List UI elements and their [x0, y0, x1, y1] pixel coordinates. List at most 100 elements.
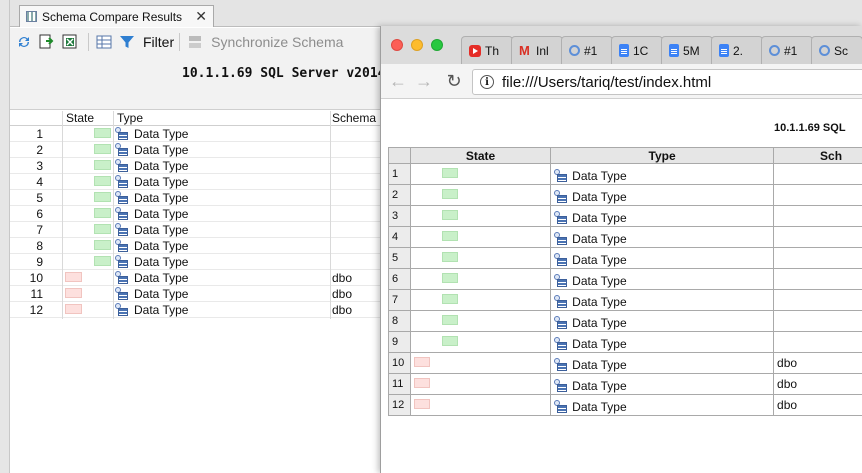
table-row[interactable]: 11 Data Type dbo: [10, 286, 380, 303]
table-row[interactable]: 9 Data Type: [10, 254, 380, 271]
forward-arrow-icon[interactable]: →: [413, 70, 435, 92]
tab-schema-compare-results[interactable]: Schema Compare Results ✕: [19, 5, 214, 27]
refresh-icon[interactable]: [14, 32, 34, 52]
column-divider: [330, 127, 331, 143]
browser-tab[interactable]: Th: [461, 36, 513, 64]
close-icon[interactable]: ✕: [195, 8, 207, 25]
column-divider: [330, 303, 331, 319]
column-divider: [62, 127, 63, 143]
state-diff-swatch: [65, 304, 82, 314]
export-icon[interactable]: [37, 32, 57, 52]
column-divider: [62, 287, 63, 303]
state-cell: [65, 271, 82, 285]
browser-tab[interactable]: 5M: [661, 36, 713, 64]
state-match-swatch: [441, 210, 458, 220]
state-cell: [409, 331, 552, 353]
filter-icon[interactable]: [117, 32, 137, 52]
data-type-icon: [554, 316, 568, 330]
filter-button[interactable]: Filter: [143, 34, 174, 50]
column-divider: [113, 271, 114, 287]
table-row[interactable]: 5 Data Type: [10, 190, 380, 207]
type-cell: Data Type: [550, 163, 775, 185]
schema-cell: [773, 289, 862, 311]
state-match-swatch: [441, 189, 458, 199]
browser-tab[interactable]: Sc: [811, 36, 862, 64]
column-divider: [330, 255, 331, 271]
table-row[interactable]: 1 Data Type: [10, 126, 380, 143]
state-diff-swatch: [413, 378, 430, 388]
type-cell: Data Type: [115, 223, 188, 237]
type-cell-content: Data Type: [554, 190, 770, 204]
table-row: 3 Data Type: [388, 205, 862, 227]
column-divider: [113, 287, 114, 303]
row-number: 6: [388, 268, 411, 290]
row-number: 2: [36, 143, 43, 157]
type-cell: Data Type: [550, 394, 775, 416]
table-row: 10 Data Type dbo: [388, 352, 862, 374]
column-divider: [62, 303, 63, 319]
column-header-state[interactable]: State: [66, 111, 94, 125]
window-maximize-button[interactable]: [431, 39, 443, 51]
type-label: Data Type: [572, 358, 627, 372]
type-label: Data Type: [572, 337, 627, 351]
browser-tab[interactable]: M Inl: [511, 36, 563, 64]
type-cell: Data Type: [550, 184, 775, 206]
schema-cell: [773, 331, 862, 353]
window-minimize-button[interactable]: [411, 39, 423, 51]
data-type-icon: [115, 223, 129, 237]
excel-export-icon[interactable]: [60, 32, 80, 52]
info-icon[interactable]: i: [480, 75, 494, 89]
column-divider: [113, 159, 114, 175]
data-type-icon: [554, 232, 568, 246]
column-header-schema[interactable]: Schema: [332, 111, 376, 125]
table-row[interactable]: 10 Data Type dbo: [10, 270, 380, 287]
ide-tab-bar: Schema Compare Results ✕: [10, 0, 862, 27]
state-match-swatch: [94, 160, 111, 170]
type-label: Data Type: [572, 232, 627, 246]
type-cell-content: Data Type: [554, 295, 770, 309]
address-bar[interactable]: i file:///Users/tariq/test/index.html: [472, 69, 862, 95]
browser-tab[interactable]: #1: [761, 36, 813, 64]
grid-options-icon[interactable]: [94, 32, 114, 52]
state-diff-swatch: [413, 399, 430, 409]
column-divider: [330, 207, 331, 223]
toolbar-separator: [88, 33, 89, 51]
data-type-icon: [115, 255, 129, 269]
state-diff-swatch: [65, 288, 82, 298]
reload-icon[interactable]: ↻: [443, 70, 465, 92]
table-row[interactable]: 12 Data Type dbo: [10, 302, 380, 319]
schema-cell: [773, 268, 862, 290]
back-arrow-icon[interactable]: ←: [387, 70, 409, 92]
type-label: Data Type: [134, 239, 189, 253]
results-grid-icon: [26, 11, 37, 22]
table-row[interactable]: 3 Data Type: [10, 158, 380, 175]
type-cell-content: Data Type: [554, 400, 770, 414]
browser-tab[interactable]: 2.: [711, 36, 763, 64]
type-cell: Data Type: [115, 175, 188, 189]
data-type-icon: [115, 127, 129, 141]
synchronize-icon: [185, 32, 205, 52]
state-diff-swatch: [413, 357, 430, 367]
column-divider: [113, 175, 114, 191]
browser-tab[interactable]: #1: [561, 36, 613, 64]
browser-tab[interactable]: 1C: [611, 36, 663, 64]
column-header-type[interactable]: Type: [117, 111, 143, 125]
row-number: 2: [388, 184, 411, 206]
data-type-icon: [115, 175, 129, 189]
column-divider: [113, 143, 114, 159]
column-divider: [113, 127, 114, 143]
table-row: 12 Data Type dbo: [388, 394, 862, 416]
table-row[interactable]: 2 Data Type: [10, 142, 380, 159]
state-cell: [65, 175, 111, 189]
type-cell-content: Data Type: [554, 274, 770, 288]
row-number: 9: [388, 331, 411, 353]
state-cell: [65, 223, 111, 237]
table-row[interactable]: 7 Data Type: [10, 222, 380, 239]
table-row[interactable]: 6 Data Type: [10, 206, 380, 223]
data-type-icon: [115, 191, 129, 205]
table-row[interactable]: 4 Data Type: [10, 174, 380, 191]
window-close-button[interactable]: [391, 39, 403, 51]
results-grid-header: State Type Schema: [10, 110, 380, 127]
table-row[interactable]: 8 Data Type: [10, 238, 380, 255]
data-type-icon: [554, 400, 568, 414]
